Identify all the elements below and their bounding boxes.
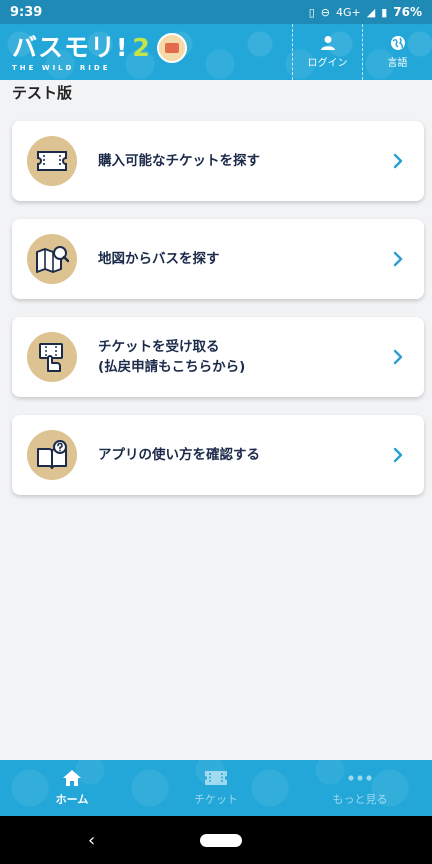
more-dots-icon [348, 775, 372, 781]
ticket-icon [37, 151, 67, 171]
nav-ticket-label: チケット [194, 793, 238, 806]
main-menu: 購入可能なチケットを探す 地図からバスを探す チケットを受け取る (払戻申請もこ… [12, 121, 424, 513]
chevron-right-icon [393, 251, 403, 267]
find-ticket-label: 購入可能なチケットを探す [98, 153, 260, 169]
page-title: テスト版 [12, 84, 73, 102]
chevron-right-icon [393, 349, 403, 365]
menu-icon-circle [27, 234, 77, 284]
vibrate-icon: ▯ [308, 5, 315, 19]
logo-number: 2 [132, 32, 151, 62]
user-icon [320, 36, 335, 50]
bus-mascot-icon [156, 32, 187, 63]
menu-label: アプリの使い方を確認する [98, 445, 260, 465]
menu-icon-circle [27, 430, 77, 480]
status-indicators: ▯ ⊖ 4G+ ◢ ▮ 76% [309, 5, 422, 19]
app-header: バスモリ! 2 THE WILD RIDE ログイン 言語 [0, 24, 432, 80]
receive-ticket-icon [39, 343, 63, 372]
nav-more[interactable]: もっと見る [288, 760, 432, 816]
network-label: 4G+ [335, 5, 361, 19]
menu-label: 地図からバスを探す [98, 249, 220, 269]
signal-icon: ◢ [366, 5, 376, 19]
home-icon [63, 770, 81, 786]
nav-more-label: もっと見る [332, 793, 388, 806]
ticket-icon [205, 771, 227, 785]
language-button[interactable]: 言語 [362, 24, 432, 80]
app-guide-label: アプリの使い方を確認する [98, 447, 260, 463]
logo-text: バスモリ! [12, 32, 129, 62]
menu-icon-circle [27, 136, 77, 186]
system-nav-bar: ‹ [0, 816, 432, 864]
battery-percent: 76% [393, 5, 422, 19]
nav-home-label: ホーム [55, 793, 89, 806]
menu-icon-circle [27, 332, 77, 382]
receive-ticket-card[interactable]: チケットを受け取る (払戻申請もこちらから) [12, 317, 424, 397]
chevron-right-icon [393, 447, 403, 463]
receive-ticket-label: チケットを受け取る [98, 339, 220, 355]
find-bus-map-label: 地図からバスを探す [98, 251, 220, 267]
battery-icon: ▮ [381, 5, 388, 19]
back-icon[interactable]: ‹ [88, 830, 95, 851]
home-pill-icon[interactable] [200, 834, 242, 847]
menu-label: チケットを受け取る (払戻申請もこちらから) [98, 337, 245, 377]
map-search-icon [36, 246, 69, 273]
nav-home[interactable]: ホーム [0, 760, 144, 816]
bottom-nav: ホーム チケット もっと見る [0, 760, 432, 816]
find-ticket-card[interactable]: 購入可能なチケットを探す [12, 121, 424, 201]
globe-icon [390, 36, 405, 50]
status-bar: 9:39 ▯ ⊖ 4G+ ◢ ▮ 76% [0, 0, 432, 24]
menu-label: 購入可能なチケットを探す [98, 151, 260, 171]
login-button[interactable]: ログイン [292, 24, 362, 80]
refund-note-label: (払戻申請もこちらから) [98, 359, 246, 375]
status-time: 9:39 [10, 4, 43, 20]
app-guide-card[interactable]: アプリの使い方を確認する [12, 415, 424, 495]
dnd-icon: ⊖ [320, 5, 330, 19]
find-bus-map-card[interactable]: 地図からバスを探す [12, 219, 424, 299]
logo-subtitle: THE WILD RIDE [12, 63, 111, 72]
help-book-icon [37, 440, 67, 469]
language-label: 言語 [387, 58, 408, 69]
login-label: ログイン [307, 58, 348, 69]
app-logo: バスモリ! 2 THE WILD RIDE [12, 32, 187, 72]
nav-ticket[interactable]: チケット [144, 760, 288, 816]
chevron-right-icon [393, 153, 403, 169]
